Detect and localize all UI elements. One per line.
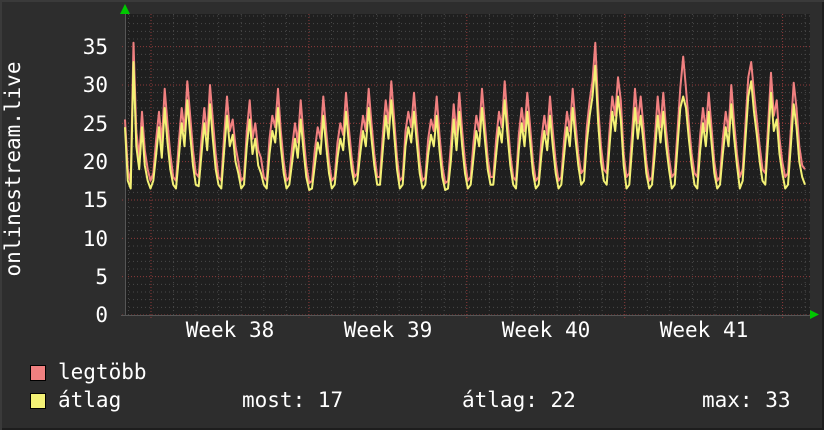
legend-label-legtobb: legtöbb bbox=[58, 360, 147, 384]
y-tick-label-10: 10 bbox=[82, 227, 108, 251]
y-tick-label-15: 15 bbox=[82, 188, 108, 212]
x-label-week38: Week 38 bbox=[185, 318, 275, 342]
rrd-graph: onlinestream.live 0 5 10 15 20 25 30 35 … bbox=[0, 0, 824, 430]
y-tick-label-0: 0 bbox=[95, 303, 108, 327]
legend-swatch-atlag bbox=[30, 393, 46, 409]
legend-label-atlag: átlag bbox=[58, 388, 122, 412]
y-tick-label-5: 5 bbox=[95, 265, 108, 289]
y-tick-label-30: 30 bbox=[82, 73, 108, 97]
stat-max: max: 33 bbox=[702, 388, 791, 412]
legend-swatch-legtobb bbox=[30, 365, 46, 381]
stat-most: most: 17 bbox=[242, 388, 344, 412]
stat-atlag: átlag: 22 bbox=[462, 388, 576, 412]
y-tick-label-20: 20 bbox=[82, 150, 108, 174]
x-label-week41: Week 41 bbox=[659, 318, 749, 342]
y-tick-label-25: 25 bbox=[82, 112, 108, 136]
y-tick-label-35: 35 bbox=[82, 35, 108, 59]
x-label-week40: Week 40 bbox=[501, 318, 591, 342]
x-label-week39: Week 39 bbox=[343, 318, 433, 342]
